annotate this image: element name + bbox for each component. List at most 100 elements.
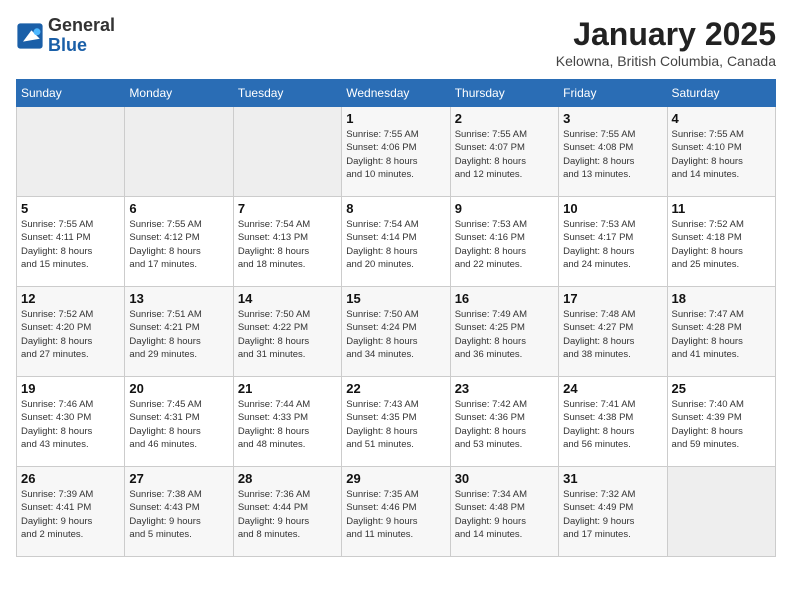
logo-general-text: General: [48, 15, 115, 35]
calendar-cell: 30 Sunrise: 7:34 AMSunset: 4:48 PMDayligh…: [450, 467, 558, 557]
calendar-cell: 1 Sunrise: 7:55 AMSunset: 4:06 PMDaylight…: [342, 107, 450, 197]
day-number: 15: [346, 291, 445, 306]
day-number: 26: [21, 471, 120, 486]
day-number: 6: [129, 201, 228, 216]
calendar-cell: 20Sunrise: 7:45 AMSunset: 4:31 PMDayligh…: [125, 377, 233, 467]
day-detail: Sunrise: 7:44 AMSunset: 4:33 PMDaylight:…: [238, 398, 337, 451]
calendar-cell: 14Sunrise: 7:50 AMSunset: 4:22 PMDayligh…: [233, 287, 341, 377]
day-detail: Sunrise: 7:42 AMSunset: 4:36 PMDaylight:…: [455, 398, 554, 451]
day-detail: Sunrise: 7:40 AMSunset: 4:39 PMDaylight:…: [672, 398, 771, 451]
day-detail: Sunrise: 7:55 AMSunset: 4:06 PMDaylight:…: [346, 128, 445, 181]
calendar-cell: 27Sunrise: 7:38 AMSunset: 4:43 PMDayligh…: [125, 467, 233, 557]
calendar-cell: 19 Sunrise: 7:46 AMSunset: 4:30 PMDayligh…: [17, 377, 125, 467]
day-number: 1: [346, 111, 445, 126]
calendar-cell: 11 Sunrise: 7:52 AMSunset: 4:18 PMDayligh…: [667, 197, 775, 287]
calendar-cell: [125, 107, 233, 197]
day-number: 17: [563, 291, 662, 306]
calendar-cell: 23 Sunrise: 7:42 AMSunset: 4:36 PMDayligh…: [450, 377, 558, 467]
month-title: January 2025: [556, 16, 776, 53]
day-detail: Sunrise: 7:52 AMSunset: 4:18 PMDaylight:…: [672, 218, 771, 271]
calendar-cell: 24 Sunrise: 7:41 AMSunset: 4:38 PMDayligh…: [559, 377, 667, 467]
calendar-cell: 7 Sunrise: 7:54 AMSunset: 4:13 PMDaylight…: [233, 197, 341, 287]
calendar-cell: [17, 107, 125, 197]
day-detail: Sunrise: 7:41 AMSunset: 4:38 PMDaylight:…: [563, 398, 662, 451]
calendar-cell: 18Sunrise: 7:47 AMSunset: 4:28 PMDayligh…: [667, 287, 775, 377]
day-number: 10: [563, 201, 662, 216]
day-detail: Sunrise: 7:34 AMSunset: 4:48 PMDaylight:…: [455, 488, 554, 541]
day-number: 18: [672, 291, 771, 306]
calendar-cell: 5Sunrise: 7:55 AMSunset: 4:11 PMDaylight…: [17, 197, 125, 287]
calendar-cell: 4 Sunrise: 7:55 AMSunset: 4:10 PMDaylight…: [667, 107, 775, 197]
day-number: 3: [563, 111, 662, 126]
calendar-cell: 17 Sunrise: 7:48 AMSunset: 4:27 PMDayligh…: [559, 287, 667, 377]
calendar-cell: 16Sunrise: 7:49 AMSunset: 4:25 PMDayligh…: [450, 287, 558, 377]
calendar-cell: 31 Sunrise: 7:32 AMSunset: 4:49 PMDayligh…: [559, 467, 667, 557]
day-detail: Sunrise: 7:45 AMSunset: 4:31 PMDaylight:…: [129, 398, 228, 451]
calendar-cell: 6 Sunrise: 7:55 AMSunset: 4:12 PMDaylight…: [125, 197, 233, 287]
weekday-header: Saturday: [667, 80, 775, 107]
day-number: 7: [238, 201, 337, 216]
day-detail: Sunrise: 7:32 AMSunset: 4:49 PMDaylight:…: [563, 488, 662, 541]
day-detail: Sunrise: 7:39 AMSunset: 4:41 PMDaylight:…: [21, 488, 120, 541]
day-number: 28: [238, 471, 337, 486]
weekday-header: Thursday: [450, 80, 558, 107]
day-number: 24: [563, 381, 662, 396]
day-detail: Sunrise: 7:35 AMSunset: 4:46 PMDaylight:…: [346, 488, 445, 541]
day-detail: Sunrise: 7:53 AMSunset: 4:17 PMDaylight:…: [563, 218, 662, 271]
day-number: 29: [346, 471, 445, 486]
calendar-cell: [667, 467, 775, 557]
day-detail: Sunrise: 7:55 AMSunset: 4:12 PMDaylight:…: [129, 218, 228, 271]
day-number: 13: [129, 291, 228, 306]
day-number: 2: [455, 111, 554, 126]
day-detail: Sunrise: 7:46 AMSunset: 4:30 PMDaylight:…: [21, 398, 120, 451]
day-number: 27: [129, 471, 228, 486]
weekday-header: Friday: [559, 80, 667, 107]
calendar-cell: 29 Sunrise: 7:35 AMSunset: 4:46 PMDayligh…: [342, 467, 450, 557]
day-detail: Sunrise: 7:54 AMSunset: 4:13 PMDaylight:…: [238, 218, 337, 271]
calendar-cell: 22 Sunrise: 7:43 AMSunset: 4:35 PMDayligh…: [342, 377, 450, 467]
logo-blue-text: Blue: [48, 35, 87, 55]
day-number: 30: [455, 471, 554, 486]
calendar-week-row: 26 Sunrise: 7:39 AMSunset: 4:41 PMDayligh…: [17, 467, 776, 557]
calendar-cell: [233, 107, 341, 197]
calendar-week-row: 1 Sunrise: 7:55 AMSunset: 4:06 PMDaylight…: [17, 107, 776, 197]
day-number: 9: [455, 201, 554, 216]
day-number: 21: [238, 381, 337, 396]
day-detail: Sunrise: 7:55 AMSunset: 4:10 PMDaylight:…: [672, 128, 771, 181]
calendar-table: SundayMondayTuesdayWednesdayThursdayFrid…: [16, 79, 776, 557]
day-detail: Sunrise: 7:48 AMSunset: 4:27 PMDaylight:…: [563, 308, 662, 361]
calendar-week-row: 5Sunrise: 7:55 AMSunset: 4:11 PMDaylight…: [17, 197, 776, 287]
calendar-cell: 28Sunrise: 7:36 AMSunset: 4:44 PMDayligh…: [233, 467, 341, 557]
calendar-cell: 21 Sunrise: 7:44 AMSunset: 4:33 PMDayligh…: [233, 377, 341, 467]
weekday-header: Tuesday: [233, 80, 341, 107]
weekday-header: Monday: [125, 80, 233, 107]
calendar-cell: 8Sunrise: 7:54 AMSunset: 4:14 PMDaylight…: [342, 197, 450, 287]
day-detail: Sunrise: 7:53 AMSunset: 4:16 PMDaylight:…: [455, 218, 554, 271]
logo-icon: [16, 22, 44, 50]
day-detail: Sunrise: 7:54 AMSunset: 4:14 PMDaylight:…: [346, 218, 445, 271]
day-detail: Sunrise: 7:52 AMSunset: 4:20 PMDaylight:…: [21, 308, 120, 361]
day-detail: Sunrise: 7:55 AMSunset: 4:07 PMDaylight:…: [455, 128, 554, 181]
day-number: 23: [455, 381, 554, 396]
calendar-cell: 10 Sunrise: 7:53 AMSunset: 4:17 PMDayligh…: [559, 197, 667, 287]
day-detail: Sunrise: 7:50 AMSunset: 4:22 PMDaylight:…: [238, 308, 337, 361]
weekday-header: Sunday: [17, 80, 125, 107]
day-number: 4: [672, 111, 771, 126]
day-detail: Sunrise: 7:49 AMSunset: 4:25 PMDaylight:…: [455, 308, 554, 361]
day-number: 25: [672, 381, 771, 396]
day-number: 19: [21, 381, 120, 396]
calendar-week-row: 19 Sunrise: 7:46 AMSunset: 4:30 PMDayligh…: [17, 377, 776, 467]
day-detail: Sunrise: 7:50 AMSunset: 4:24 PMDaylight:…: [346, 308, 445, 361]
calendar-cell: 15 Sunrise: 7:50 AMSunset: 4:24 PMDayligh…: [342, 287, 450, 377]
calendar-cell: 13 Sunrise: 7:51 AMSunset: 4:21 PMDayligh…: [125, 287, 233, 377]
calendar-cell: 2 Sunrise: 7:55 AMSunset: 4:07 PMDaylight…: [450, 107, 558, 197]
day-number: 5: [21, 201, 120, 216]
title-block: January 2025 Kelowna, British Columbia, …: [556, 16, 776, 69]
calendar-cell: 12 Sunrise: 7:52 AMSunset: 4:20 PMDayligh…: [17, 287, 125, 377]
day-detail: Sunrise: 7:51 AMSunset: 4:21 PMDaylight:…: [129, 308, 228, 361]
day-number: 12: [21, 291, 120, 306]
day-number: 22: [346, 381, 445, 396]
day-number: 31: [563, 471, 662, 486]
day-detail: Sunrise: 7:43 AMSunset: 4:35 PMDaylight:…: [346, 398, 445, 451]
day-number: 11: [672, 201, 771, 216]
